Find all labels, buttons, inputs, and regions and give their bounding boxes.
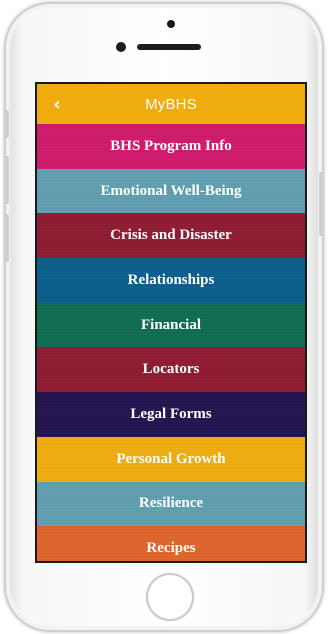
menu-item-emotional-well-being[interactable]: Emotional Well-Being [37,168,305,214]
menu-item-bhs-program-info[interactable]: BHS Program Info [37,124,305,169]
menu-item-financial[interactable]: Financial [37,302,305,348]
page-title: MyBHS [145,95,197,113]
menu-item-crisis-and-disaster[interactable]: Crisis and Disaster [37,213,305,259]
menu-item-recipes[interactable]: Recipes [37,526,305,561]
menu-item-locators[interactable]: Locators [37,347,305,393]
volume-down-button [4,214,9,262]
back-chevron-icon[interactable]: ‹ [47,94,67,115]
power-button [319,172,324,236]
earpiece-speaker [137,44,201,50]
app-screen: ‹ MyBHS BHS Program Info Emotional Well-… [35,82,307,563]
main-menu: BHS Program Info Emotional Well-Being Cr… [37,124,305,561]
volume-up-button [4,156,9,204]
menu-item-relationships[interactable]: Relationships [37,258,305,303]
menu-item-personal-growth[interactable]: Personal Growth [37,436,305,482]
mute-switch [4,110,9,138]
menu-item-legal-forms[interactable]: Legal Forms [37,392,305,437]
phone-frame: ‹ MyBHS BHS Program Info Emotional Well-… [4,2,324,632]
menu-item-resilience[interactable]: Resilience [37,481,305,527]
front-camera [167,20,175,28]
home-button[interactable] [146,573,194,621]
app-header: ‹ MyBHS [37,84,305,124]
proximity-sensor [116,42,126,52]
